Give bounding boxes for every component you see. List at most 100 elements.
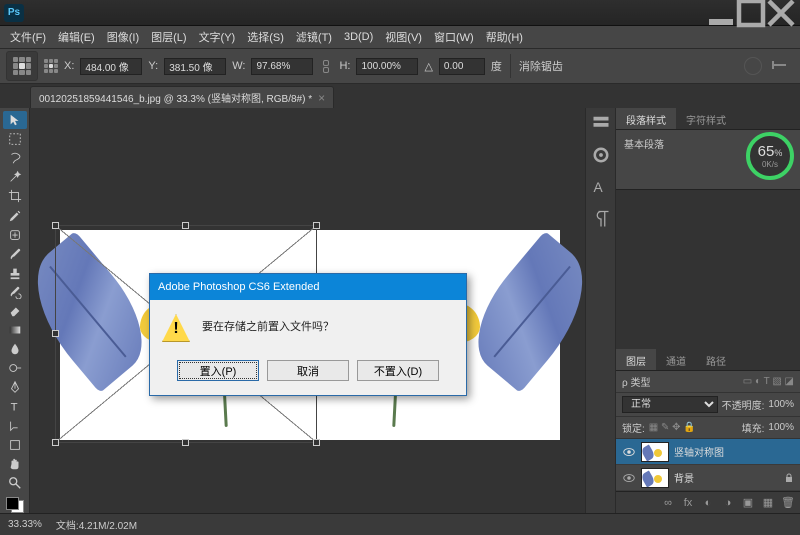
group-icon[interactable]: ▣	[740, 495, 756, 510]
menu-filter[interactable]: 滤镜(T)	[290, 27, 338, 47]
history-panel-icon[interactable]	[591, 114, 611, 132]
reference-point-icon[interactable]	[6, 51, 38, 81]
properties-panel-icon[interactable]	[591, 146, 611, 164]
speed-gauge: 65% 0K/s	[746, 132, 794, 180]
opacity-value[interactable]: 100%	[768, 399, 794, 410]
hand-tool[interactable]	[3, 455, 27, 473]
gradient-tool[interactable]	[3, 321, 27, 339]
new-layer-icon[interactable]: ▦	[760, 495, 776, 510]
transform-handle[interactable]	[182, 222, 189, 229]
tab-layers[interactable]: 图层	[616, 349, 656, 370]
app-logo: Ps	[4, 4, 24, 22]
warning-icon	[162, 314, 190, 342]
marquee-tool[interactable]	[3, 130, 27, 148]
document-tab[interactable]: 00120251859441546_b.jpg @ 33.3% (竖轴对称图, …	[30, 86, 334, 108]
layer-name[interactable]: 竖轴对称图	[674, 444, 794, 459]
fill-value[interactable]: 100%	[768, 422, 794, 433]
transform-handle[interactable]	[182, 439, 189, 446]
zoom-tool[interactable]	[3, 474, 27, 492]
menu-view[interactable]: 视图(V)	[379, 27, 428, 47]
cancel-button[interactable]: 取消	[267, 360, 349, 381]
menu-help[interactable]: 帮助(H)	[480, 27, 529, 47]
path-tool[interactable]	[3, 417, 27, 435]
zoom-level[interactable]: 33.33%	[8, 519, 42, 530]
transform-handle[interactable]	[313, 439, 320, 446]
transform-handle[interactable]	[52, 222, 59, 229]
blend-mode-select[interactable]: 正常	[622, 396, 718, 413]
layer-thumbnail[interactable]	[641, 468, 669, 488]
h-label: H:	[339, 60, 350, 72]
transform-handle[interactable]	[52, 439, 59, 446]
doc-size[interactable]: 文档:4.21M/2.02M	[56, 517, 137, 532]
paragraph-styles-panel: 基本段落 65% 0K/s	[616, 130, 800, 190]
blur-tool[interactable]	[3, 340, 27, 358]
menu-layer[interactable]: 图层(L)	[145, 27, 192, 47]
fx-icon[interactable]: fx	[680, 495, 696, 510]
document-tab-label: 00120251859441546_b.jpg @ 33.3% (竖轴对称图, …	[39, 90, 312, 105]
svg-text:A: A	[593, 180, 603, 195]
menu-3d[interactable]: 3D(D)	[338, 29, 379, 45]
angle-input[interactable]	[439, 58, 485, 75]
layer-thumbnail[interactable]	[641, 442, 669, 462]
lock-icons[interactable]: ▦ ✎ ✥ 🔒	[649, 422, 696, 433]
color-swatch[interactable]	[6, 497, 24, 513]
tab-paragraph-styles[interactable]: 段落样式	[616, 108, 676, 129]
document-tabbar: 00120251859441546_b.jpg @ 33.3% (竖轴对称图, …	[0, 84, 800, 108]
transform-handle[interactable]	[313, 222, 320, 229]
crop-tool[interactable]	[3, 187, 27, 205]
menu-window[interactable]: 窗口(W)	[428, 27, 480, 47]
x-input[interactable]	[80, 58, 142, 75]
layers-footer: ∞ fx ◐ ◑ ▣ ▦ 🗑	[616, 491, 800, 513]
close-button[interactable]	[766, 3, 796, 23]
link-icon[interactable]	[319, 56, 333, 76]
menu-type[interactable]: 文字(Y)	[193, 27, 242, 47]
menu-image[interactable]: 图像(I)	[101, 27, 145, 47]
options-bar: X: Y: W: H: △ 度 消除锯齿	[0, 48, 800, 84]
layer-name[interactable]: 背景	[674, 470, 779, 485]
stamp-tool[interactable]	[3, 264, 27, 282]
brush-tool[interactable]	[3, 245, 27, 263]
healing-tool[interactable]	[3, 226, 27, 244]
layer-row[interactable]: 竖轴对称图	[616, 439, 800, 465]
minimize-button[interactable]	[706, 3, 736, 23]
magicwand-tool[interactable]	[3, 168, 27, 186]
menu-edit[interactable]: 编辑(E)	[52, 27, 101, 47]
dodge-tool[interactable]	[3, 359, 27, 377]
filter-icon[interactable]: ▭ ◐ T ▧ ◪	[743, 376, 794, 387]
y-input[interactable]	[164, 58, 226, 75]
tab-paths[interactable]: 路径	[696, 349, 736, 370]
maximize-button[interactable]	[736, 3, 766, 23]
dont-place-button[interactable]: 不置入(D)	[357, 360, 439, 381]
character-panel-icon[interactable]: A	[591, 178, 611, 196]
trash-icon[interactable]: 🗑	[780, 495, 796, 510]
h-input[interactable]	[356, 58, 418, 75]
menu-select[interactable]: 选择(S)	[241, 27, 290, 47]
paragraph-panel-icon[interactable]	[591, 210, 611, 228]
close-tab-icon[interactable]: ×	[318, 91, 325, 105]
layer-row[interactable]: 背景	[616, 465, 800, 491]
reference-point-selector[interactable]	[44, 59, 58, 73]
history-brush-tool[interactable]	[3, 283, 27, 301]
move-tool[interactable]	[3, 111, 27, 129]
pen-tool[interactable]	[3, 378, 27, 396]
antialias-label[interactable]: 消除锯齿	[519, 58, 563, 74]
type-tool[interactable]: T	[3, 397, 27, 415]
link-layers-icon[interactable]: ∞	[660, 495, 676, 510]
place-button[interactable]: 置入(P)	[177, 360, 259, 381]
mask-icon[interactable]: ◐	[700, 495, 716, 510]
eraser-tool[interactable]	[3, 302, 27, 320]
visibility-icon[interactable]	[622, 471, 636, 485]
lasso-tool[interactable]	[3, 149, 27, 167]
shape-tool[interactable]	[3, 436, 27, 454]
w-input[interactable]	[251, 58, 313, 75]
user-icon[interactable]	[744, 57, 762, 75]
adjustment-icon[interactable]: ◑	[720, 495, 736, 510]
menu-file[interactable]: 文件(F)	[4, 27, 52, 47]
tab-channels[interactable]: 通道	[656, 349, 696, 370]
dialog-title[interactable]: Adobe Photoshop CS6 Extended	[150, 274, 466, 300]
tab-character-styles[interactable]: 字符样式	[676, 108, 736, 129]
visibility-icon[interactable]	[622, 445, 636, 459]
arrange-icon[interactable]	[770, 59, 788, 73]
degree-label: 度	[491, 58, 502, 74]
eyedropper-tool[interactable]	[3, 206, 27, 224]
